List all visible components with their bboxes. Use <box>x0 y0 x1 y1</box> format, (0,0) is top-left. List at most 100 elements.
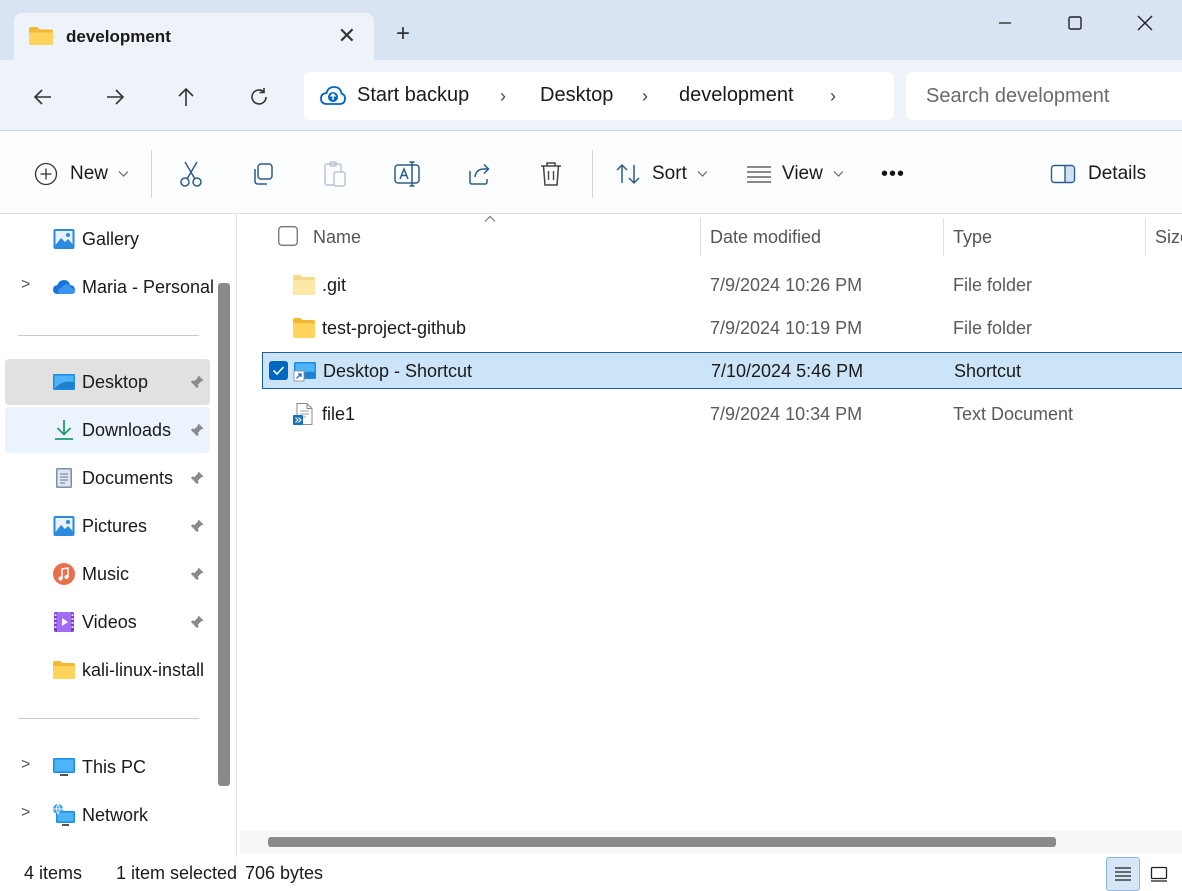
new-tab-button[interactable]: + <box>396 22 410 46</box>
breadcrumb-chevron-icon[interactable]: › <box>500 86 506 107</box>
pane-splitter[interactable] <box>236 214 237 857</box>
sidebar-item-documents[interactable]: Documents <box>5 455 210 501</box>
sidebar-scrollbar[interactable] <box>218 283 230 786</box>
sidebar-item-label: Gallery <box>82 229 140 249</box>
file-row[interactable]: file1 7/9/2024 10:34 PM Text Document <box>262 396 1182 433</box>
column-header-date-modified[interactable]: Date modified <box>710 214 821 260</box>
rename-button[interactable] <box>393 157 421 191</box>
file-row-selected[interactable]: Desktop - Shortcut 7/10/2024 5:46 PM Sho… <box>262 352 1182 389</box>
sidebar-item-this-pc[interactable]: > This PC <box>5 744 210 790</box>
chevron-down-icon <box>118 171 129 177</box>
sidebar-item-desktop[interactable]: Desktop <box>5 359 210 405</box>
sidebar-item-label: Maria - Personal <box>82 277 215 297</box>
details-label: Details <box>1088 163 1147 184</box>
search-input[interactable] <box>926 82 1182 110</box>
cut-icon <box>180 161 202 187</box>
pin-icon[interactable] <box>189 374 205 390</box>
sidebar-item-onedrive[interactable]: > Maria - Personal <box>5 264 214 310</box>
rename-icon <box>394 161 420 187</box>
expand-chevron-icon[interactable]: > <box>21 756 30 774</box>
new-button[interactable]: New <box>34 157 129 191</box>
column-header-type[interactable]: Type <box>953 214 992 260</box>
horizontal-scrollbar-thumb[interactable] <box>268 837 1056 847</box>
copy-button[interactable] <box>250 157 276 191</box>
close-window-button[interactable] <box>1110 8 1180 38</box>
column-separator[interactable] <box>1145 218 1146 256</box>
address-bar[interactable]: Start backup › Desktop › development › <box>304 72 894 120</box>
view-list-icon <box>747 166 771 183</box>
file-row[interactable]: .git 7/9/2024 10:26 PM File folder <box>262 267 1182 304</box>
cut-button[interactable] <box>178 157 204 191</box>
command-bar: New Sort View ••• Details <box>0 130 1182 214</box>
navigation-bar: Start backup › Desktop › development › <box>0 60 1182 130</box>
file-name: Desktop - Shortcut <box>323 361 473 381</box>
view-button[interactable]: View <box>746 157 844 191</box>
sidebar-item-videos[interactable]: Videos <box>5 599 210 645</box>
file-row[interactable]: test-project-github 7/9/2024 10:19 PM Fi… <box>262 310 1182 347</box>
file-name: test-project-github <box>322 318 467 338</box>
pin-icon[interactable] <box>189 614 205 630</box>
tab-title: development <box>66 27 171 46</box>
documents-icon <box>56 468 72 488</box>
sort-ascending-icon <box>484 215 496 222</box>
arrow-up-icon <box>178 87 194 106</box>
large-icons-view-toggle[interactable] <box>1142 857 1176 891</box>
videos-icon <box>54 612 74 632</box>
more-options-button[interactable]: ••• <box>881 157 905 191</box>
status-bar: 4 items 1 item selected 706 bytes <box>0 857 1182 891</box>
pin-icon[interactable] <box>189 518 205 534</box>
column-header-size[interactable]: Size <box>1155 214 1182 260</box>
text-document-icon <box>293 403 313 425</box>
sidebar-divider <box>18 335 199 336</box>
breadcrumb-development[interactable]: development <box>679 84 794 107</box>
column-header-name[interactable]: Name <box>313 214 361 260</box>
arrow-left-icon <box>33 89 51 105</box>
close-tab-button[interactable]: ✕ <box>338 23 356 49</box>
breadcrumb-chevron-icon[interactable]: › <box>830 86 836 107</box>
expand-chevron-icon[interactable]: > <box>21 276 30 294</box>
checkbox-checked-icon[interactable] <box>269 361 288 380</box>
pin-icon[interactable] <box>189 470 205 486</box>
sidebar-item-label: Music <box>82 564 130 584</box>
breadcrumb-desktop[interactable]: Desktop <box>540 84 613 107</box>
toolbar-separator <box>592 150 593 198</box>
minimize-button[interactable] <box>970 8 1040 38</box>
file-date-modified: 7/9/2024 10:26 PM <box>710 275 863 295</box>
expand-chevron-icon[interactable]: > <box>21 804 30 822</box>
file-explorer-window: development ✕ + Start backup › Desktop ›… <box>0 0 1182 891</box>
delete-button[interactable] <box>538 157 564 191</box>
sidebar-item-network[interactable]: > Network <box>5 792 210 838</box>
sidebar-item-kali-linux-install[interactable]: kali-linux-install <box>5 647 210 693</box>
details-pane-button[interactable]: Details <box>1050 157 1146 191</box>
breadcrumb-start-backup[interactable]: Start backup <box>357 84 469 107</box>
search-box[interactable] <box>906 72 1182 120</box>
sort-button[interactable]: Sort <box>614 157 708 191</box>
file-date-modified: 7/10/2024 5:46 PM <box>711 361 864 381</box>
sidebar-item-label: Documents <box>82 468 174 488</box>
share-button[interactable] <box>466 157 492 191</box>
tab-development[interactable]: development ✕ <box>14 13 374 60</box>
sort-label: Sort <box>652 163 687 184</box>
new-label: New <box>70 163 109 184</box>
select-all-checkbox[interactable] <box>278 226 298 246</box>
file-type: Shortcut <box>954 361 1022 381</box>
breadcrumb-chevron-icon[interactable]: › <box>642 86 648 107</box>
column-separator[interactable] <box>943 218 944 256</box>
refresh-icon <box>251 88 267 105</box>
back-button[interactable] <box>28 82 58 112</box>
this-pc-icon <box>53 758 75 776</box>
pin-icon[interactable] <box>189 422 205 438</box>
up-button[interactable] <box>171 82 201 112</box>
details-view-toggle[interactable] <box>1106 857 1140 891</box>
paste-button[interactable] <box>322 157 348 191</box>
refresh-button[interactable] <box>244 82 274 112</box>
column-separator[interactable] <box>700 218 701 256</box>
file-type: File folder <box>953 275 1033 295</box>
sidebar-item-pictures[interactable]: Pictures <box>5 503 210 549</box>
sidebar-item-gallery[interactable]: Gallery <box>5 216 210 262</box>
sidebar-item-downloads[interactable]: Downloads <box>5 407 210 453</box>
forward-button[interactable] <box>100 82 130 112</box>
pin-icon[interactable] <box>189 566 205 582</box>
sidebar-item-music[interactable]: Music <box>5 551 210 597</box>
maximize-button[interactable] <box>1040 8 1110 38</box>
